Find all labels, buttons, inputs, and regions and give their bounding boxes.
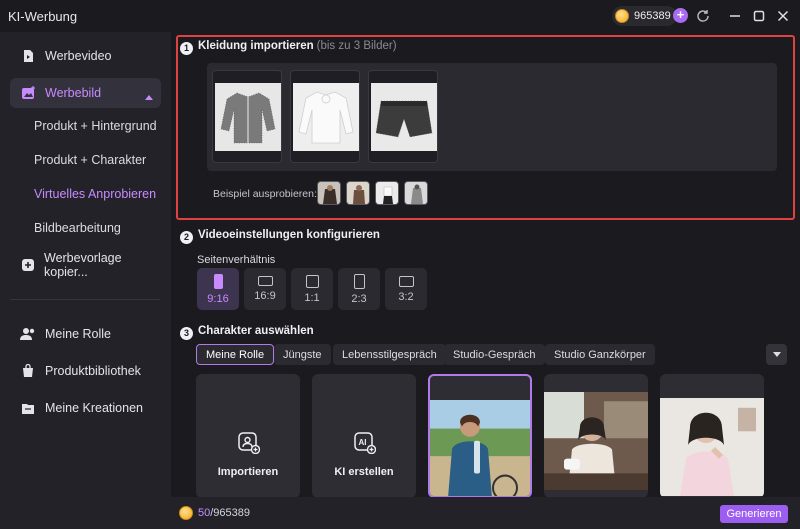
portrait-icon [213,273,223,289]
tab-studio-gespraech[interactable]: Studio-Gespräch [444,344,545,365]
character-photo [544,392,648,490]
nav-produktbibliothek[interactable]: Produktbibliothek [10,356,161,386]
minimize-icon[interactable] [726,7,744,25]
import-person-icon [238,432,260,454]
chevron-down-icon [772,351,781,357]
credits-count: 965389 [634,10,671,22]
tab-juengste[interactable]: Jüngste [274,344,331,365]
clothing-item-sweater[interactable] [212,70,282,163]
nav-werbebild[interactable]: Werbebild [10,78,161,108]
app-title: KI-Werbung [8,9,78,24]
character-card-cafe[interactable] [544,374,648,498]
title-bar: KI-Werbung 965389 + [0,0,800,32]
ai-create-label: KI erstellen [334,466,394,478]
main-content: 1Kleidung importieren(bis zu 3 Bilder) [171,32,800,498]
nav-werbevideo[interactable]: Werbevideo [10,41,161,71]
nav-label: Werbebild [45,86,102,100]
copy-template-icon [20,257,35,273]
ratio-1-1[interactable]: 1:1 [291,268,333,310]
clothes-upload-area[interactable] [207,63,777,171]
ratio-9-16[interactable]: 9:16 [197,268,239,310]
nav-meine-kreationen[interactable]: Meine Kreationen [10,393,161,423]
landscape-icon [257,276,273,286]
nav-sub-produkt-hintergrund[interactable]: Produkt + Hintergrund [34,119,157,133]
try-example-label: Beispiel ausprobieren: [213,188,317,200]
step3-title: 3 Charakter auswählen [180,325,314,340]
close-icon[interactable] [774,7,792,25]
character-photo [430,400,530,496]
credits-badge[interactable]: 965389 [612,6,677,26]
sidebar-divider [10,299,160,300]
ai-create-character-card[interactable]: AI KI erstellen [312,374,416,498]
chevron-up-icon [145,89,153,103]
refresh-icon[interactable] [694,7,712,25]
tab-studio-ganzkoerper[interactable]: Studio Ganzkörper [545,344,655,365]
import-character-card[interactable]: Importieren [196,374,300,498]
credits-used: 50 [198,507,211,519]
step2-title: 2 Videoeinstellungen konfigurieren [180,229,380,244]
nav-label: Werbevorlage kopier... [44,251,122,279]
nav-label: Meine Kreationen [45,401,143,415]
portrait-icon [353,273,365,289]
character-photo [660,398,764,496]
ai-create-icon: AI [354,432,376,454]
example-thumb-1[interactable] [317,181,341,205]
ratio-16-9[interactable]: 16:9 [244,268,286,310]
tabs-dropdown-button[interactable] [766,344,787,365]
clothing-item-blouse[interactable] [290,70,360,163]
credits-total: /965389 [210,507,251,519]
folder-icon [20,400,36,416]
clothing-item-shorts[interactable] [368,70,438,163]
svg-text:AI: AI [359,438,367,447]
aspect-ratio-label: Seitenverhältnis [197,254,276,266]
character-card-cyclist[interactable] [428,374,532,498]
nav-werbevorlage[interactable]: Werbevorlage kopier... [10,250,161,280]
import-label: Importieren [217,466,279,478]
video-icon [20,48,36,64]
nav-sub-produkt-charakter[interactable]: Produkt + Charakter [34,153,146,167]
generate-button[interactable]: Generieren [720,505,788,523]
nav-sub-bildbearbeitung[interactable]: Bildbearbeitung [34,221,121,235]
example-thumb-3[interactable] [375,181,399,205]
step1-title: 1 Kleidung importieren (bis zu 3 Bilder) [180,40,397,55]
nav-label: Produktbibliothek [45,364,141,378]
ratio-3-2[interactable]: 3:2 [385,268,427,310]
image-icon [20,85,36,101]
landscape-icon [398,275,414,287]
example-thumb-2[interactable] [346,181,370,205]
tab-meine-rolle[interactable]: Meine Rolle [196,344,275,365]
bag-icon [20,363,36,379]
character-card-studio[interactable] [660,374,764,498]
users-icon [20,326,36,342]
nav-meine-rolle[interactable]: Meine Rolle [10,319,161,349]
nav-sub-virtuelles-anprobieren[interactable]: Virtuelles Anprobieren [34,187,156,201]
credits-usage: 50/965389 [179,506,250,520]
coin-icon [179,506,193,520]
tab-lebensstilgespraech[interactable]: Lebensstilgespräch [333,344,446,365]
coin-icon [615,9,629,23]
add-credits-icon[interactable]: + [673,8,688,23]
sidebar: Werbevideo Werbebild Produkt + Hintergru… [0,32,171,529]
square-icon [305,274,319,288]
maximize-icon[interactable] [750,7,768,25]
example-thumb-4[interactable] [404,181,428,205]
ratio-2-3[interactable]: 2:3 [338,268,380,310]
bottom-bar: 50/965389 Generieren [171,497,800,529]
nav-label: Werbevideo [45,49,112,63]
nav-label: Meine Rolle [45,327,112,341]
